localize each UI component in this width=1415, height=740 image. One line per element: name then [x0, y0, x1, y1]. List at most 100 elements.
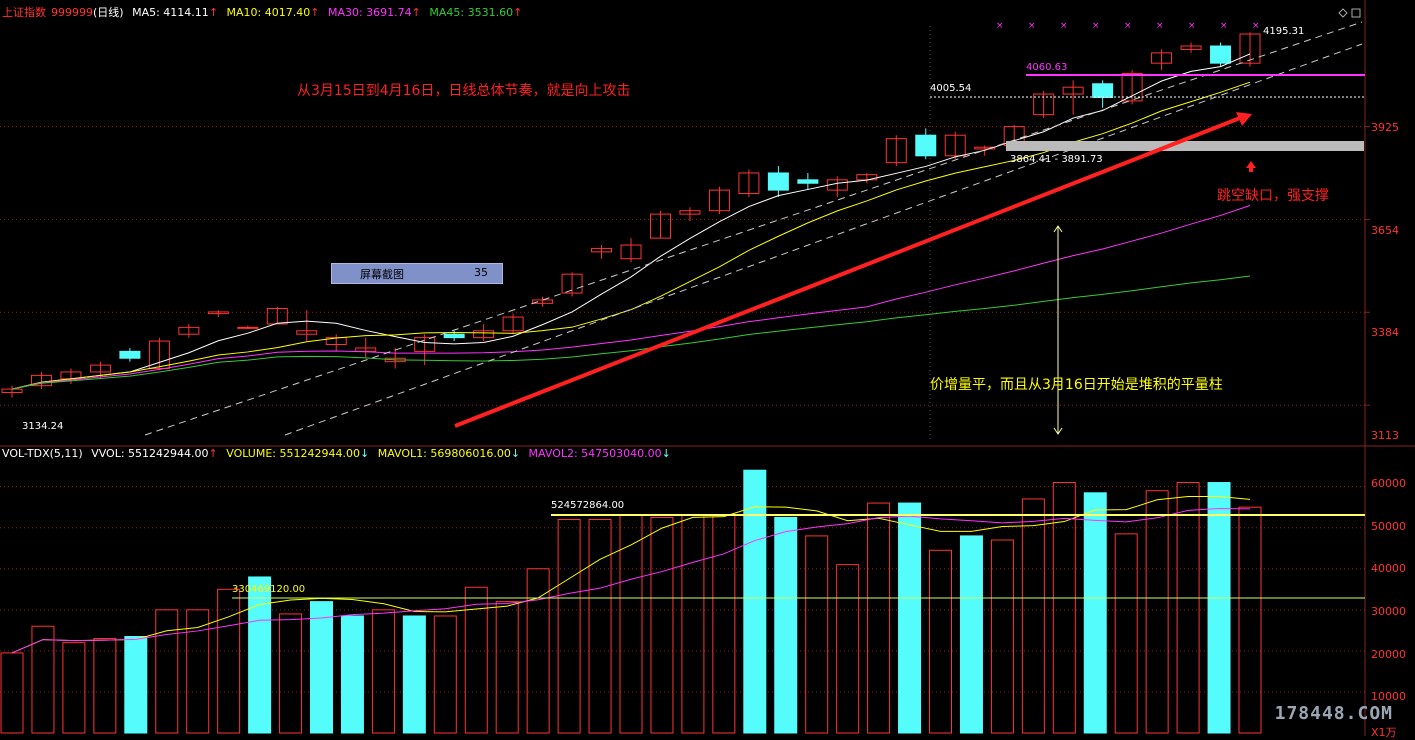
- index-name: 上证指数: [2, 6, 46, 19]
- gap-arrow-icon: [1246, 161, 1256, 168]
- ma10-arrow-icon: ↑: [310, 6, 320, 19]
- screenshot-label: 屏幕截图: [360, 268, 404, 281]
- volume-bar: [557, 518, 581, 734]
- volume-bar: [1052, 482, 1076, 734]
- volume-bar: [155, 609, 179, 734]
- volume-bar: [805, 535, 829, 734]
- ma30-line: [11, 205, 1251, 390]
- volume-bar: [959, 535, 983, 734]
- top-x-marker: ×: [1252, 21, 1260, 31]
- vol-tick-60000: 60000: [1371, 477, 1406, 490]
- mavol1-line: [11, 495, 1251, 654]
- volume-bar: [495, 601, 519, 734]
- volume-bar: [990, 539, 1014, 734]
- diamond-button-icon: [1338, 8, 1348, 18]
- ma10-line: [11, 81, 1251, 390]
- candle-body: [443, 333, 465, 339]
- volume-bar: [93, 638, 117, 734]
- candle-body: [767, 172, 789, 191]
- volume-bar: [31, 625, 55, 734]
- ma5-label: MA5: 4114.11: [132, 6, 209, 19]
- volume-bar: [1238, 506, 1262, 734]
- mavol2-arrow-icon: ↓: [661, 447, 671, 460]
- site-watermark: 178448.COM: [1274, 703, 1393, 724]
- volume-bar: [1176, 482, 1200, 734]
- volume-bar: [0, 652, 24, 734]
- volume-bar: [62, 642, 86, 734]
- top-x-marker: ×: [996, 21, 1004, 31]
- vol-tick-50000: 50000: [1371, 520, 1406, 533]
- vvol-label: VVOL: 551242944.00: [91, 447, 209, 460]
- vol-tick-20000: 20000: [1371, 648, 1406, 661]
- window-button-icon: [1351, 8, 1361, 18]
- volume-bar: [279, 613, 303, 734]
- candle-body: [1092, 83, 1114, 98]
- price-tick-3384: 3384: [1371, 326, 1399, 339]
- screenshot-number: 35: [474, 266, 488, 279]
- attack-rhythm-note: 从3月15日到4月16日，日线总体节奏，就是向上攻击: [297, 83, 631, 99]
- volume-chart-header: VOL-TDX(5,11) VVOL: 551242944.00↑ VOLUME…: [2, 447, 676, 461]
- ma10-label: MA10: 4017.40: [226, 6, 311, 19]
- volume-bar: [898, 502, 922, 734]
- level-4060-label: 4060.63: [1026, 62, 1068, 73]
- volume-flat-note: 价增量平，而且从3月16日开始是堆积的平量柱: [930, 377, 1223, 393]
- volume-bar: [1114, 533, 1138, 734]
- vol-indicator-name: VOL-TDX(5,11): [2, 447, 83, 460]
- top-x-marker: ×: [1060, 21, 1068, 31]
- volume-bar: [867, 502, 891, 734]
- volume-bar: [217, 588, 241, 734]
- volume-bar: [340, 615, 364, 734]
- top-x-marker: ×: [1028, 21, 1036, 31]
- volume-bar: [124, 636, 148, 734]
- ma45-arrow-icon: ↑: [513, 6, 523, 19]
- vol-tick-30000: 30000: [1371, 605, 1406, 618]
- vol-level-high-label: 524572864.00: [551, 500, 625, 511]
- ma45-label: MA45: 3531.60: [429, 6, 514, 19]
- vol-level-low-label: 330469120.00: [232, 584, 306, 595]
- index-code: 999999: [51, 6, 93, 19]
- kline-chart[interactable]: × × × × × × × × ×: [0, 0, 1415, 736]
- volume-bar: [371, 609, 395, 734]
- main-chart-header: 上证指数 999999(日线) MA5: 4114.11↑ MA10: 4017.…: [2, 6, 527, 20]
- high-price-label: 4195.31: [1263, 26, 1305, 37]
- mavol1-label: MAVOL1: 569806016.00: [377, 447, 511, 460]
- candle-body: [119, 350, 141, 359]
- gap-range-label: 3864.41 - 3891.73: [1010, 154, 1103, 165]
- volume-bar: [712, 514, 736, 734]
- volume-bar: [310, 601, 333, 734]
- mavol2-line: [11, 507, 1251, 654]
- gap-zone-bar: [1006, 141, 1364, 151]
- ma45-line: [11, 275, 1251, 390]
- price-tick-3113: 3113: [1371, 429, 1399, 442]
- price-tick-3925: 3925: [1371, 121, 1399, 134]
- top-x-marker: ×: [1124, 21, 1132, 31]
- vol-unit-label: X1万: [1371, 726, 1397, 739]
- screenshot-tag-button[interactable]: 屏幕截图 35: [331, 263, 503, 284]
- volume-bar: [433, 615, 457, 734]
- ma30-label: MA30: 3691.74: [327, 6, 412, 19]
- top-x-marker: ×: [1220, 21, 1228, 31]
- top-x-marker: ×: [1156, 21, 1164, 31]
- volume-bar: [681, 514, 705, 734]
- vol-tick-10000: 10000: [1371, 690, 1406, 703]
- candle-body: [1210, 45, 1232, 64]
- volume-bar: [402, 615, 426, 734]
- level-4005-label: 4005.54: [930, 83, 972, 94]
- top-x-marker: ×: [1188, 21, 1196, 31]
- volume-arrow-icon: ↓: [359, 447, 370, 460]
- ma5-arrow-icon: ↑: [208, 6, 219, 19]
- volume-label: VOLUME: 551242944.00: [226, 447, 360, 460]
- volume-bar: [929, 549, 952, 734]
- gap-arrow-stem-icon: [1249, 167, 1253, 172]
- candle-body: [797, 179, 819, 184]
- volume-bar: [650, 516, 674, 734]
- volume-bar: [1145, 490, 1169, 734]
- candle-body: [915, 134, 937, 157]
- vol-tick-40000: 40000: [1371, 562, 1406, 575]
- period-label: (日线): [93, 6, 124, 19]
- mavol1-arrow-icon: ↓: [510, 447, 521, 460]
- ma5-line: [11, 53, 1251, 390]
- volume-bar: [836, 564, 860, 734]
- volume-bar: [1021, 498, 1045, 734]
- mavol2-label: MAVOL2: 547503040.00: [528, 447, 662, 460]
